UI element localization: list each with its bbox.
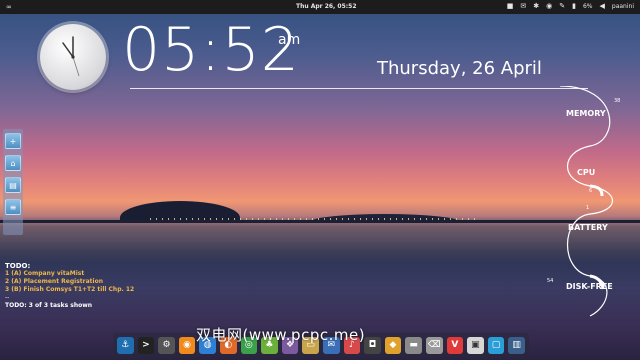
monitor-icon[interactable]: ▥ [508,336,525,354]
anchor-icon[interactable]: ⚓ [117,336,134,354]
todo-separator: -- [5,294,10,301]
settings-icon[interactable]: ⚙ [158,336,175,354]
cpu-label: CPU [577,168,596,177]
window-icon[interactable]: ▢ [487,336,505,354]
disk-free-value: 54 [547,278,554,284]
desktop: ∞ Thu Apr 26, 05:52 ■ ✉ ✱ ◉ ✎ ▮ 6% ◀ paa… [0,0,640,360]
volume-icon[interactable]: ◀ [600,2,605,10]
divider-line [130,88,588,89]
battery-icon[interactable]: ▮ [572,2,576,10]
rss-icon[interactable]: ◉ [178,336,196,354]
analog-clock [40,24,106,90]
panel-indicators: ■ ✉ ✱ ◉ ✎ ▮ 6% ◀ paanini [507,2,634,10]
app-icon-4[interactable]: ≡ [5,199,21,215]
top-panel: ∞ Thu Apr 26, 05:52 ■ ✉ ✱ ◉ ✎ ▮ 6% ◀ paa… [0,0,640,14]
pen-icon[interactable]: ✎ [559,2,565,10]
camera-icon[interactable]: ◘ [364,336,381,354]
todo-title: TODO: [5,262,31,270]
panel-clock[interactable]: Thu Apr 26, 05:52 [296,3,357,10]
city-lights [150,218,480,220]
photo-icon[interactable]: ▣ [467,336,484,354]
user-name[interactable]: paanini [612,3,634,10]
todo-widget: TODO: 1 (A) Company vitaMist 2 (A) Place… [5,262,134,310]
trash-icon[interactable]: ⌫ [425,336,443,354]
left-launcher: + ⌂ ▤ ≡ [3,129,23,235]
bluetooth-icon[interactable]: ✱ [533,2,539,10]
app-icon-3[interactable]: ▤ [5,177,21,193]
memory-value: 38 [614,98,621,104]
battery-percent: 6% [582,2,593,10]
bag-icon[interactable]: ◆ [384,336,402,354]
cpu-value: 6 [589,188,593,194]
mail-icon[interactable]: ✉ [520,2,526,10]
system-monitor: MEMORY 38 CPU 6 BATTERY 1 DISK-FREE 54 [530,86,640,326]
todo-footer: TODO: 3 of 3 tasks shown [5,302,93,309]
watermark: 双电网(www.pcpc.me) [196,326,366,344]
app-icon-2[interactable]: ⌂ [5,155,21,171]
ubuntu-logo-icon[interactable]: ∞ [6,3,12,11]
vivaldi-icon[interactable]: V [446,336,464,354]
terminal-icon[interactable]: > [137,336,155,354]
digital-time: 05:52 [122,15,300,85]
battery-label: BATTERY [568,223,608,232]
am-pm-label: am [278,32,301,48]
battery-value: 1 [586,205,590,211]
dropbox-icon[interactable]: ■ [507,2,514,10]
app-icon-1[interactable]: + [5,133,21,149]
date-label: Thursday, 26 April [377,58,542,79]
network-icon[interactable]: ◉ [546,2,552,10]
memory-label: MEMORY [566,109,606,118]
todo-item: 2 (A) Placement Registration [5,278,103,285]
todo-item: 1 (A) Company vitaMist [5,270,85,277]
drive-icon[interactable]: ▬ [405,336,422,354]
todo-item: 3 (B) Finish Comsys T1+T2 till Chp. 12 [5,286,135,293]
disk-free-label: DISK-FREE [566,282,613,291]
